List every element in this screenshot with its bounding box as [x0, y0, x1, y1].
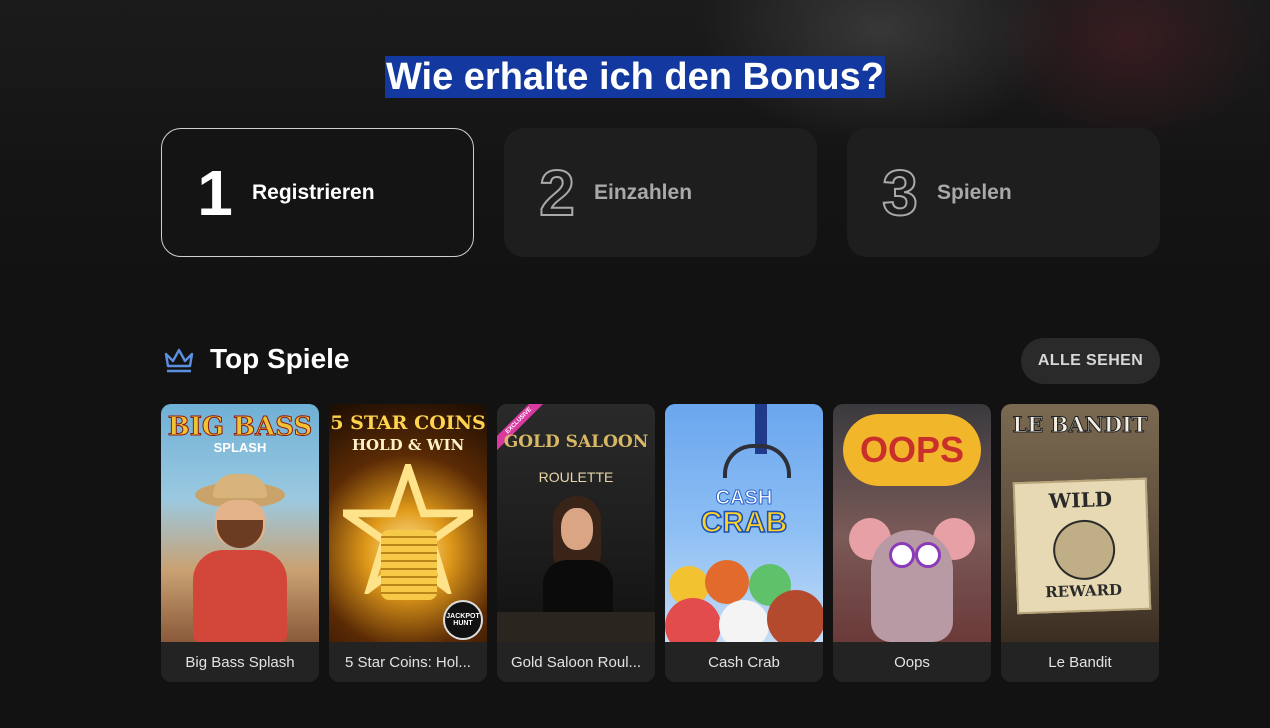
- game-name: Gold Saloon Roul...: [497, 642, 655, 682]
- game-art-subtitle: HOLD & WIN: [351, 436, 465, 454]
- game-art-subtitle: SPLASH: [213, 440, 267, 455]
- game-name: Le Bandit: [1001, 642, 1159, 682]
- game-art-title: BIG BASS: [167, 412, 313, 442]
- rat-figure: [849, 508, 975, 642]
- game-name: Oops: [833, 642, 991, 682]
- step-number: 1: [197, 156, 233, 229]
- poster-heading: WILD: [1048, 486, 1113, 514]
- game-thumbnail[interactable]: 5 STAR COINS HOLD & WIN JACKPOT HUNT: [329, 404, 487, 642]
- game-thumbnail[interactable]: BIG BASS SPLASH: [161, 404, 319, 642]
- game-art-title: GOLD SALOON: [503, 432, 649, 452]
- game-card-big-bass-splash[interactable]: BIG BASS SPLASH Big Bass Splash: [161, 404, 319, 682]
- wanted-poster: WILD REWARD: [1012, 477, 1152, 615]
- section-title: Top Spiele: [210, 343, 350, 374]
- poster-footer: REWARD: [1044, 580, 1123, 602]
- step-label: Spielen: [937, 180, 1012, 204]
- game-art-title: LE BANDIT: [1012, 412, 1148, 437]
- step-label: Registrieren: [252, 180, 375, 204]
- bonus-steps: 1 Registrieren 2 Einzahlen 3 Spielen: [161, 128, 1160, 257]
- game-thumbnail[interactable]: CASH CRAB: [665, 404, 823, 642]
- game-card-le-bandit[interactable]: LE BANDIT WILD REWARD Le Bandit: [1001, 404, 1159, 682]
- see-all-button[interactable]: ALLE SEHEN: [1021, 338, 1160, 384]
- game-card-cash-crab[interactable]: CASH CRAB Cash Crab: [665, 404, 823, 682]
- game-card-5-star-coins[interactable]: 5 STAR COINS HOLD & WIN JACKPOT HUNT 5 S…: [329, 404, 487, 682]
- roulette-table: [497, 612, 655, 642]
- game-art-title: CASH: [715, 487, 773, 509]
- game-thumbnail[interactable]: OOPS: [833, 404, 991, 642]
- game-name: Cash Crab: [665, 642, 823, 682]
- top-games-header: Top Spiele ALLE SEHEN: [161, 338, 1160, 384]
- game-art-subtitle: CRAB: [700, 506, 788, 539]
- game-thumbnail[interactable]: EXCLUSIVE GOLD SALOON ROULETTE: [497, 404, 655, 642]
- bonus-heading: Wie erhalte ich den Bonus?: [385, 56, 885, 98]
- coin-stack: [381, 530, 437, 600]
- game-card-gold-saloon-roulette[interactable]: EXCLUSIVE GOLD SALOON ROULETTE Gold Salo…: [497, 404, 655, 682]
- step-label: Einzahlen: [594, 180, 693, 204]
- crown-icon: [164, 348, 194, 373]
- step-deposit[interactable]: 2 Einzahlen: [504, 128, 817, 257]
- step-number: 2: [538, 156, 576, 229]
- balls-graphic: [665, 560, 823, 642]
- game-thumbnail[interactable]: LE BANDIT WILD REWARD: [1001, 404, 1159, 642]
- claw-arm: [723, 444, 791, 478]
- step-number: 3: [881, 156, 919, 229]
- game-art-title: 5 STAR COINS: [330, 412, 486, 434]
- game-name: Big Bass Splash: [161, 642, 319, 682]
- fisherman-figure: [181, 474, 299, 642]
- game-card-oops[interactable]: OOPS Oops: [833, 404, 991, 682]
- step-play[interactable]: 3 Spielen: [847, 128, 1160, 257]
- game-name: 5 Star Coins: Hol...: [329, 642, 487, 682]
- game-art-title: OOPS: [843, 414, 981, 486]
- step-register[interactable]: 1 Registrieren: [161, 128, 474, 257]
- game-list: BIG BASS SPLASH Big Bass Splash 5 STAR C…: [161, 404, 1159, 682]
- game-art-subtitle: ROULETTE: [538, 469, 614, 485]
- jackpot-hunt-badge: JACKPOT HUNT: [443, 600, 483, 640]
